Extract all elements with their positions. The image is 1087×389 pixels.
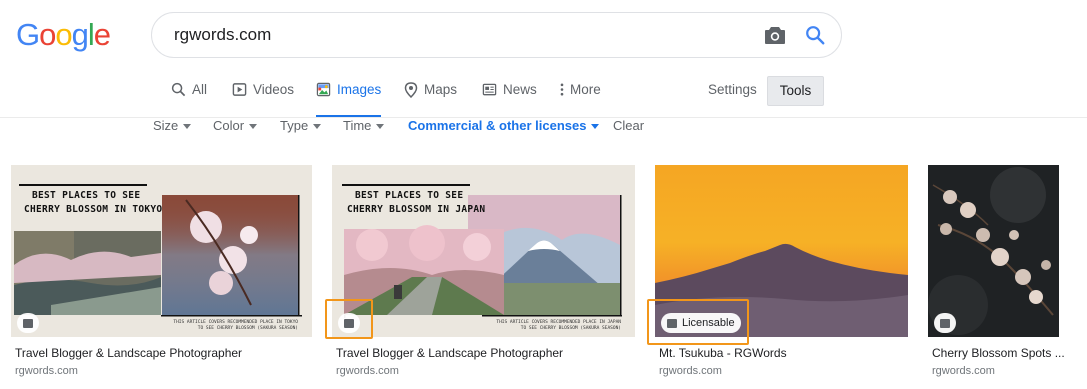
filter-type[interactable]: Type bbox=[280, 118, 322, 133]
highlight-box bbox=[647, 299, 749, 345]
result-thumbnail[interactable]: BEST PLACES TO SEE CHERRY BLOSSOM IN TOK… bbox=[11, 165, 312, 337]
tab-label: Videos bbox=[253, 82, 295, 97]
image-result[interactable]: Cherry Blossom Spots ... rgwords.com bbox=[928, 165, 1065, 377]
tab-all[interactable]: All bbox=[171, 80, 207, 116]
subtext-line: TO SEE CHERRY BLOSSOM (SAKURA SEASON) bbox=[520, 326, 621, 331]
thumbnail-subtext: THIS ARTICLE COVERS RECOMMENDED PLACE IN… bbox=[173, 320, 298, 332]
image-icon bbox=[316, 82, 331, 97]
logo-letter: o bbox=[55, 17, 72, 52]
tab-label: Images bbox=[337, 82, 382, 97]
heading-line: CHERRY BLOSSOM IN JAPAN bbox=[347, 204, 486, 215]
filter-clear[interactable]: Clear bbox=[613, 118, 644, 133]
thumbnail-heading: BEST PLACES TO SEE CHERRY BLOSSOM IN TOK… bbox=[24, 189, 162, 217]
license-badge[interactable] bbox=[17, 313, 39, 333]
chevron-down-icon bbox=[313, 124, 322, 130]
chevron-down-icon bbox=[376, 124, 385, 130]
filter-label: Clear bbox=[613, 118, 645, 133]
news-icon bbox=[482, 83, 497, 96]
result-site[interactable]: rgwords.com bbox=[659, 365, 722, 377]
google-logo[interactable]: Google bbox=[16, 17, 111, 52]
license-badge[interactable] bbox=[934, 313, 956, 333]
heading-line: BEST PLACES TO SEE bbox=[355, 190, 464, 201]
tools-button[interactable]: Tools bbox=[767, 76, 824, 106]
result-title[interactable]: Mt. Tsukuba - RGWords bbox=[659, 346, 787, 360]
result-site[interactable]: rgwords.com bbox=[336, 365, 399, 377]
thumbnail-image bbox=[928, 165, 1059, 337]
logo-letter: G bbox=[16, 17, 40, 52]
map-pin-icon bbox=[404, 82, 418, 98]
search-icon[interactable] bbox=[804, 24, 826, 46]
filter-label: Color bbox=[213, 118, 245, 133]
result-site[interactable]: rgwords.com bbox=[932, 365, 995, 377]
tab-label: More bbox=[570, 82, 601, 97]
filter-label: Size bbox=[153, 118, 179, 133]
tab-maps[interactable]: Maps bbox=[404, 80, 457, 116]
filter-time[interactable]: Time bbox=[343, 118, 385, 133]
tab-label: Maps bbox=[424, 82, 458, 97]
search-box[interactable]: rgwords.com bbox=[151, 12, 842, 58]
filter-usage-rights[interactable]: Commercial & other licenses bbox=[408, 118, 600, 133]
subtext-line: TO SEE CHERRY BLOSSOM (SAKURA SEASON) bbox=[197, 326, 298, 331]
search-input[interactable]: rgwords.com bbox=[174, 25, 271, 45]
filter-label: Time bbox=[343, 118, 372, 133]
result-title[interactable]: Travel Blogger & Landscape Photographer bbox=[15, 346, 242, 360]
tab-more[interactable]: More bbox=[560, 80, 601, 116]
thumbnail-heading: BEST PLACES TO SEE CHERRY BLOSSOM IN JAP… bbox=[347, 189, 485, 217]
image-icon bbox=[940, 318, 950, 328]
settings-link[interactable]: Settings bbox=[708, 82, 757, 97]
result-thumbnail[interactable]: BEST PLACES TO SEE CHERRY BLOSSOM IN JAP… bbox=[332, 165, 635, 337]
chevron-down-icon bbox=[591, 124, 600, 130]
tab-label: All bbox=[192, 82, 208, 97]
result-title[interactable]: Cherry Blossom Spots ... bbox=[932, 346, 1065, 360]
result-title[interactable]: Travel Blogger & Landscape Photographer bbox=[336, 346, 563, 360]
highlight-box bbox=[325, 299, 373, 339]
logo-letter: g bbox=[71, 17, 89, 52]
heading-line: CHERRY BLOSSOM IN TOKYO bbox=[24, 204, 163, 215]
filter-color[interactable]: Color bbox=[213, 118, 258, 133]
image-icon bbox=[23, 318, 33, 328]
filter-label: Type bbox=[280, 118, 309, 133]
logo-letter: e bbox=[93, 17, 111, 52]
logo-letter: o bbox=[39, 17, 56, 52]
more-vert-icon bbox=[560, 83, 564, 96]
heading-line: BEST PLACES TO SEE bbox=[32, 190, 141, 201]
filter-label: Commercial & other licenses bbox=[408, 118, 587, 133]
thumbnail-subtext: THIS ARTICLE COVERS RECOMMENDED PLACE IN… bbox=[496, 320, 621, 332]
result-site[interactable]: rgwords.com bbox=[15, 365, 78, 377]
video-icon bbox=[232, 83, 247, 96]
image-result[interactable]: BEST PLACES TO SEE CHERRY BLOSSOM IN JAP… bbox=[332, 165, 635, 377]
tab-images[interactable]: Images bbox=[316, 80, 382, 118]
tab-news[interactable]: News bbox=[482, 80, 537, 116]
result-thumbnail[interactable] bbox=[928, 165, 1059, 337]
camera-icon[interactable] bbox=[764, 25, 786, 45]
tab-label: News bbox=[503, 82, 537, 97]
filter-size[interactable]: Size bbox=[153, 118, 192, 133]
chevron-down-icon bbox=[183, 124, 192, 130]
image-result[interactable]: BEST PLACES TO SEE CHERRY BLOSSOM IN TOK… bbox=[11, 165, 312, 377]
chevron-down-icon bbox=[249, 124, 258, 130]
tab-videos[interactable]: Videos bbox=[232, 80, 294, 116]
search-icon bbox=[171, 82, 186, 97]
